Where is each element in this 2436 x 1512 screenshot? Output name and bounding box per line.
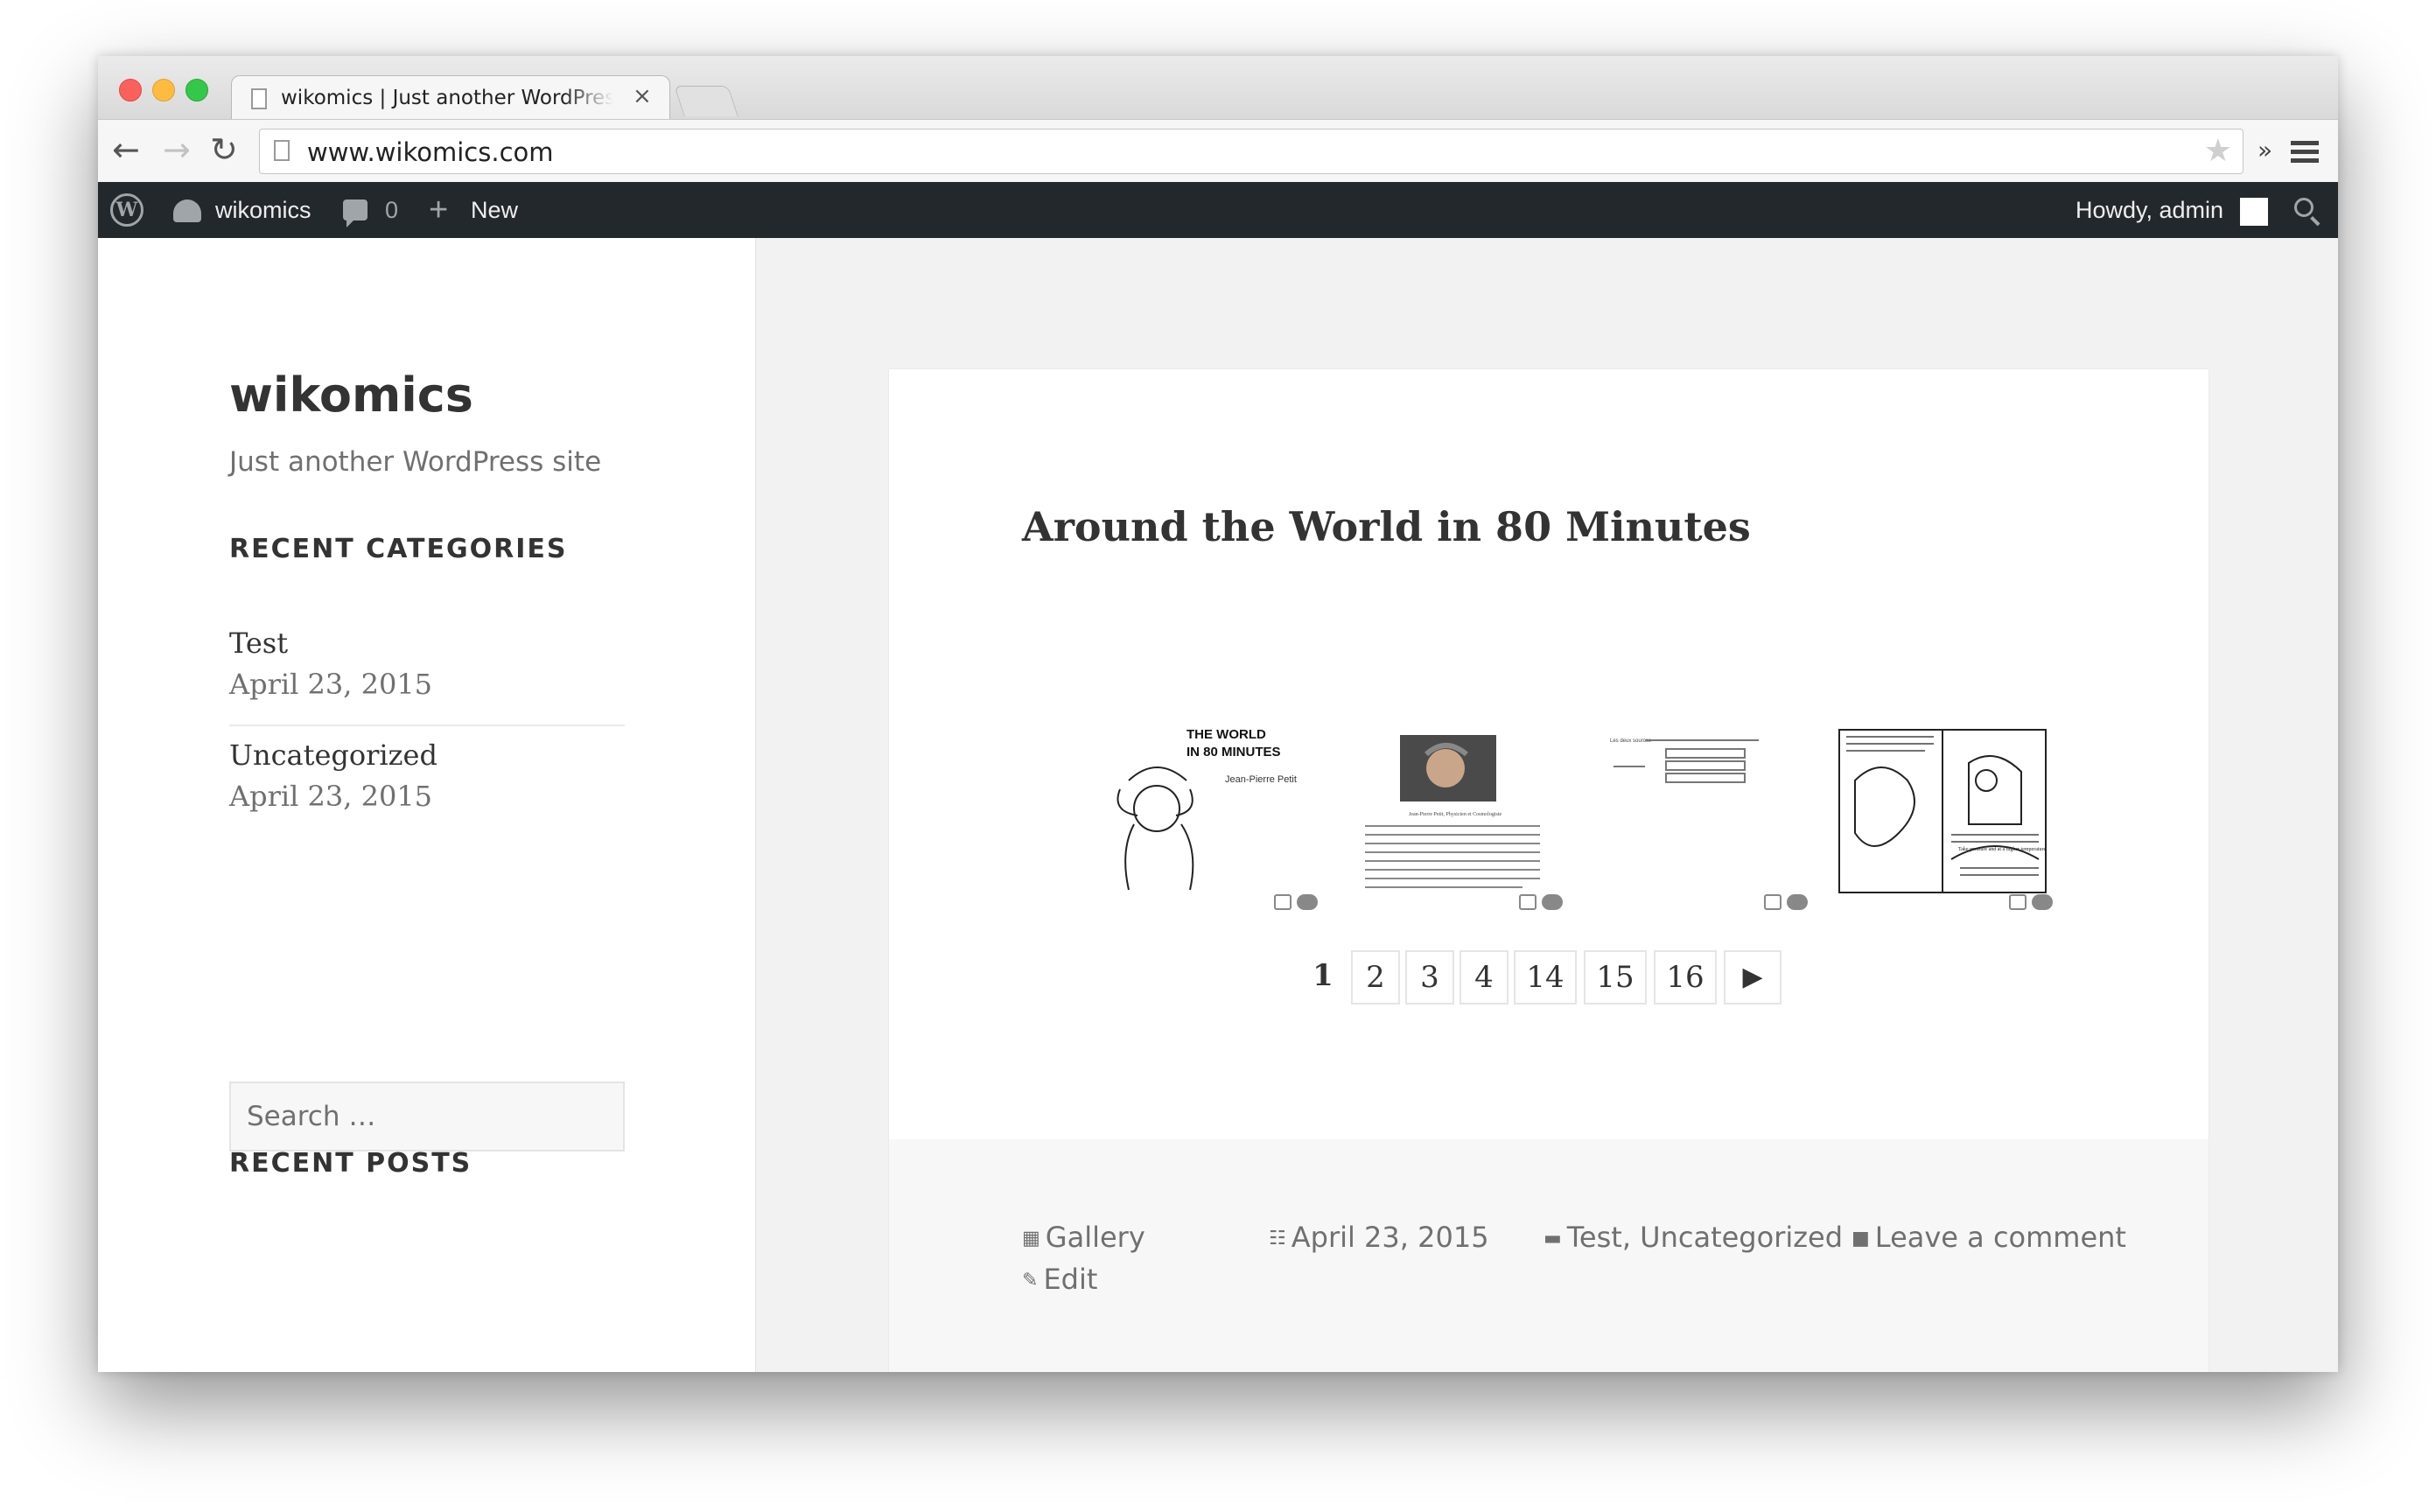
page-link[interactable]: 3 — [1405, 950, 1454, 1004]
gallery-thumbnail[interactable]: Jean-Pierre Petit, Physicien et Cosmolog… — [1348, 728, 1558, 894]
plus-icon[interactable]: + — [429, 182, 448, 238]
category-links[interactable]: Test, Uncategorized — [1567, 1221, 1843, 1254]
site-title[interactable]: wikomics — [229, 368, 473, 424]
category-link[interactable]: Uncategorized — [229, 735, 625, 775]
url-text[interactable]: www.wikomics.com — [307, 137, 554, 167]
page-link[interactable]: 16 — [1654, 950, 1717, 1004]
entry-title[interactable]: Around the World in 80 Minutes — [1022, 500, 1751, 553]
divider — [229, 724, 625, 726]
comment-bubble-icon[interactable] — [343, 200, 368, 228]
gallery-thumbnail[interactable]: Les deux sources — [1592, 728, 1802, 894]
tab-title: wikomics | Just another WordPress site — [281, 87, 613, 109]
page-current: 1 — [1312, 958, 1334, 993]
folder-icon: ▬ — [1544, 1228, 1562, 1250]
thumb-caption: Jean-Pierre Petit, Physicien et Cosmolog… — [1409, 812, 1502, 817]
search-input[interactable]: Search … — [229, 1082, 625, 1152]
hamburger-menu-icon[interactable] — [2291, 141, 2319, 167]
page-icon — [274, 140, 290, 161]
post-date-link[interactable]: April 23, 2015 — [1292, 1221, 1489, 1254]
comment-bubble-icon[interactable] — [1542, 894, 1563, 910]
avatar[interactable] — [2240, 198, 2268, 226]
reload-icon[interactable]: ↻ — [210, 132, 238, 167]
page-link[interactable]: 14 — [1514, 950, 1577, 1004]
page-link[interactable]: 4 — [1460, 950, 1508, 1004]
category-item-uncategorized: Uncategorized April 23, 2015 — [229, 735, 625, 817]
page-link[interactable]: 15 — [1584, 950, 1647, 1004]
browser-toolbar: ← → ↻ www.wikomics.com ★ » — [98, 119, 2338, 182]
recent-post-link[interactable]: Around the World in 80 Minutes — [229, 1363, 597, 1372]
category-link[interactable]: Test — [229, 623, 625, 663]
sidebar: wikomics Just another WordPress site REC… — [98, 238, 756, 1372]
wordpress-logo-icon[interactable]: W — [110, 193, 144, 227]
new-tab-button[interactable] — [674, 86, 738, 116]
post-comments: ■ Leave a comment — [1852, 1218, 2126, 1258]
recent-categories-heading: RECENT CATEGORIES — [229, 534, 568, 564]
comment-bubble-icon[interactable] — [1787, 894, 1808, 910]
post-edit: ✎ Edit — [1022, 1260, 1097, 1300]
share-icon[interactable] — [1274, 894, 1292, 910]
entry-footer: ▦ Gallery ☷ April 23, 2015 ▬ Test, Uncatego… — [889, 1139, 2208, 1372]
next-page-arrow-icon[interactable]: ▶ — [1724, 950, 1782, 1004]
category-date: April 23, 2015 — [229, 668, 433, 701]
post-format: ▦ Gallery — [1022, 1218, 1145, 1258]
close-window-button[interactable] — [119, 79, 142, 102]
tab-strip: wikomics | Just another WordPress site × — [98, 56, 2338, 120]
thumb-actions — [1519, 892, 1572, 914]
browser-tab[interactable]: wikomics | Just another WordPress site × — [231, 75, 670, 120]
calendar-icon: ☷ — [1269, 1228, 1286, 1250]
gallery-format-icon: ▦ — [1022, 1228, 1040, 1250]
page-icon — [251, 88, 267, 109]
thumb-heading: THE WORLD — [1186, 728, 1266, 742]
gallery-post: Around the World in 80 Minutes THE WORLD… — [889, 369, 2208, 1372]
howdy-user[interactable]: Howdy, admin — [2076, 182, 2223, 238]
share-icon[interactable] — [2009, 894, 2026, 910]
category-item-test: Test April 23, 2015 — [229, 623, 625, 705]
browser-window: wikomics | Just another WordPress site ×… — [98, 56, 2338, 1372]
zoom-window-button[interactable] — [186, 79, 208, 102]
site-description: Just another WordPress site — [229, 446, 602, 478]
minimize-window-button[interactable] — [152, 79, 175, 102]
dashboard-icon[interactable] — [173, 200, 201, 222]
leave-comment-link[interactable]: Leave a comment — [1875, 1221, 2126, 1254]
edit-link[interactable]: Edit — [1043, 1263, 1097, 1296]
thumb-caption: Take pressure and at a higher temperatur… — [1958, 847, 2047, 852]
comment-bubble-icon[interactable] — [1297, 894, 1318, 910]
recent-posts-heading: RECENT POSTS — [229, 1148, 472, 1179]
category-date: April 23, 2015 — [229, 780, 433, 813]
thumb-actions — [1274, 892, 1326, 914]
post-date: ☷ April 23, 2015 — [1269, 1218, 1489, 1258]
tab-close-icon[interactable]: × — [633, 83, 652, 109]
admin-bar-site-name[interactable]: wikomics — [215, 182, 312, 238]
gallery-pagination: 1 2 3 4 14 15 16 ▶ — [889, 950, 2208, 1008]
wp-admin-bar: W wikomics 0 + New Howdy, admin — [98, 182, 2338, 238]
thumb-caption: Les deux sources — [1610, 738, 1651, 744]
gallery-thumbnail[interactable]: THE WORLD IN 80 MINUTES Jean-Pierre Peti… — [1102, 728, 1312, 894]
address-bar[interactable]: www.wikomics.com ★ — [259, 129, 2244, 174]
search-icon[interactable] — [2294, 198, 2314, 217]
extensions-chevron-icon[interactable]: » — [2258, 136, 2272, 165]
thumb-heading: IN 80 MINUTES — [1186, 745, 1281, 760]
gallery-thumbnail[interactable]: Take pressure and at a higher temperatur… — [1838, 728, 2048, 894]
share-icon[interactable] — [1764, 894, 1782, 910]
post-categories: ▬ Test, Uncategorized — [1544, 1218, 1843, 1258]
post-format-link[interactable]: Gallery — [1046, 1221, 1145, 1254]
comment-bubble-icon[interactable] — [2032, 894, 2053, 910]
thumb-actions — [1764, 892, 1816, 914]
bookmark-star-icon[interactable]: ★ — [2204, 135, 2232, 168]
forward-arrow-icon[interactable]: → — [163, 132, 191, 167]
thumb-author: Jean-Pierre Petit — [1225, 774, 1297, 785]
thumb-actions — [2009, 892, 2062, 914]
comment-count[interactable]: 0 — [385, 182, 398, 238]
comment-icon: ■ — [1852, 1228, 1870, 1250]
share-icon[interactable] — [1519, 894, 1536, 910]
new-content-button[interactable]: New — [471, 182, 518, 238]
page-link[interactable]: 2 — [1351, 950, 1400, 1004]
pencil-icon: ✎ — [1022, 1270, 1039, 1292]
back-arrow-icon[interactable]: ← — [112, 132, 140, 167]
